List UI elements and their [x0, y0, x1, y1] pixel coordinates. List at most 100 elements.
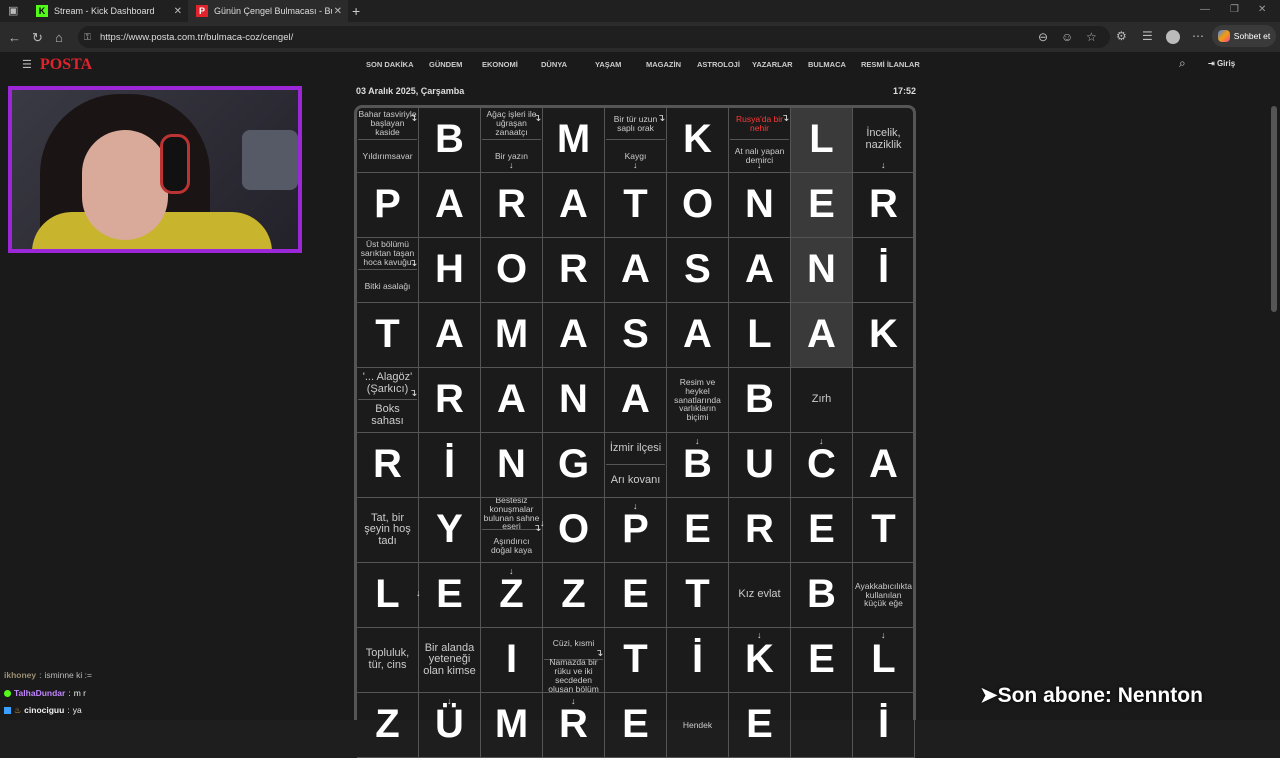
menu-resmi-ilanlar[interactable]: RESMİ İLANLAR: [861, 60, 920, 69]
site-logo[interactable]: POSTA: [40, 56, 92, 74]
search-icon[interactable]: ⌕: [1179, 56, 1186, 71]
letter-cell[interactable]: N: [729, 173, 791, 238]
letter-cell[interactable]: T: [605, 628, 667, 693]
letter-cell[interactable]: B: [419, 108, 481, 173]
letter-cell[interactable]: A: [667, 303, 729, 368]
close-tab-icon[interactable]: ✕: [174, 6, 182, 17]
back-icon[interactable]: ←: [8, 30, 21, 45]
menu-bulmaca[interactable]: BULMACA: [808, 60, 846, 69]
letter-cell[interactable]: N: [481, 433, 543, 498]
letter-cell[interactable]: E: [791, 498, 853, 563]
scrollbar-thumb[interactable]: [1271, 106, 1277, 312]
letter-cell[interactable]: O: [481, 238, 543, 303]
favorite-star-icon[interactable]: ☆: [1086, 30, 1097, 44]
extensions-icon[interactable]: ⚙: [1116, 29, 1127, 43]
home-icon[interactable]: ⌂: [55, 30, 63, 45]
letter-cell[interactable]: A: [853, 433, 915, 498]
tab-actions-icon[interactable]: ▣: [8, 4, 18, 17]
restore-icon[interactable]: ❐: [1230, 4, 1239, 15]
collections-icon[interactable]: ☰: [1142, 29, 1153, 43]
letter-cell[interactable]: L: [729, 303, 791, 368]
letter-cell[interactable]: A: [543, 173, 605, 238]
letter-cell[interactable]: N: [791, 238, 853, 303]
letter-cell[interactable]: H: [419, 238, 481, 303]
new-tab-icon[interactable]: +: [352, 3, 360, 19]
menu-son-dakika[interactable]: SON DAKİKA: [366, 60, 414, 69]
letter-cell[interactable]: Y: [419, 498, 481, 563]
letter-cell[interactable]: A: [729, 238, 791, 303]
menu-ekonomi[interactable]: EKONOMİ: [482, 60, 518, 69]
letter-cell[interactable]: R: [357, 433, 419, 498]
letter-cell[interactable]: L: [791, 108, 853, 173]
letter-cell[interactable]: N: [543, 368, 605, 433]
letter-cell[interactable]: T: [667, 563, 729, 628]
letter-cell[interactable]: E: [667, 498, 729, 563]
letter-cell[interactable]: T: [853, 498, 915, 563]
reader-icon[interactable]: ☺: [1061, 30, 1073, 44]
letter-cell[interactable]: T: [357, 303, 419, 368]
letter-cell[interactable]: O: [667, 173, 729, 238]
zoom-icon[interactable]: ⊖: [1038, 30, 1048, 44]
letter-cell[interactable]: A: [543, 303, 605, 368]
letter-cell[interactable]: İ: [667, 628, 729, 693]
letter-cell[interactable]: A: [419, 173, 481, 238]
letter-cell[interactable]: B: [729, 368, 791, 433]
letter-cell[interactable]: İ: [853, 238, 915, 303]
tab-kick[interactable]: K Stream - Kick Dashboard ✕: [28, 0, 188, 22]
letter-cell[interactable]: G: [543, 433, 605, 498]
letter-cell[interactable]: M: [481, 303, 543, 368]
letter-cell[interactable]: M: [543, 108, 605, 173]
letter-cell[interactable]: İ: [853, 693, 915, 758]
letter-cell[interactable]: E: [791, 173, 853, 238]
menu-yasam[interactable]: YAŞAM: [595, 60, 621, 69]
letter-cell[interactable]: E: [729, 693, 791, 758]
letter-cell[interactable]: K: [667, 108, 729, 173]
reload-icon[interactable]: ↻: [32, 30, 43, 46]
letter-cell[interactable]: R: [853, 173, 915, 238]
letter-cell[interactable]: P: [357, 173, 419, 238]
letter-cell[interactable]: M: [481, 693, 543, 758]
letter-cell[interactable]: R: [419, 368, 481, 433]
menu-magazin[interactable]: MAGAZİN: [646, 60, 681, 69]
letter-cell[interactable]: A: [605, 238, 667, 303]
letter-cell[interactable]: T: [605, 173, 667, 238]
letter-cell[interactable]: K: [853, 303, 915, 368]
letter-cell[interactable]: E: [791, 628, 853, 693]
close-window-icon[interactable]: ✕: [1258, 4, 1266, 15]
letter-cell[interactable]: L: [357, 563, 419, 628]
letter-cell[interactable]: Z: [357, 693, 419, 758]
address-bar[interactable]: ⚿ https://www.posta.com.tr/bulmaca-coz/c…: [78, 26, 1110, 48]
letter-cell[interactable]: A: [605, 368, 667, 433]
letter-cell[interactable]: A: [419, 303, 481, 368]
letter-cell[interactable]: A: [481, 368, 543, 433]
close-tab-icon[interactable]: ✕: [334, 6, 342, 17]
letter-cell[interactable]: R: [481, 173, 543, 238]
letter-cell[interactable]: İ: [419, 433, 481, 498]
letter-cell[interactable]: S: [605, 303, 667, 368]
site-info-icon[interactable]: ⚿: [84, 32, 91, 43]
letter-cell[interactable]: O: [543, 498, 605, 563]
letter-cell[interactable]: R: [543, 238, 605, 303]
minimize-icon[interactable]: —: [1200, 4, 1210, 15]
menu-gundem[interactable]: GÜNDEM: [429, 60, 462, 69]
more-menu-icon[interactable]: ⋯: [1192, 29, 1204, 43]
tab-posta[interactable]: P Günün Çengel Bulmacası - Bugün ✕: [188, 0, 348, 22]
menu-yazarlar[interactable]: YAZARLAR: [752, 60, 793, 69]
letter-cell[interactable]: A: [791, 303, 853, 368]
letter-cell[interactable]: Z: [543, 563, 605, 628]
letter-cell[interactable]: B: [791, 563, 853, 628]
letter-cell[interactable]: E: [605, 693, 667, 758]
letter-cell[interactable]: E: [419, 563, 481, 628]
scrollbar[interactable]: [1270, 52, 1278, 720]
letter-cell[interactable]: S: [667, 238, 729, 303]
menu-astroloji[interactable]: ASTROLOJİ: [697, 60, 740, 69]
letter-cell[interactable]: E: [605, 563, 667, 628]
login-link[interactable]: ⇥ Giriş: [1208, 59, 1235, 68]
copilot-chat-button[interactable]: Sohbet et: [1212, 25, 1276, 47]
profile-avatar[interactable]: [1166, 30, 1180, 44]
menu-dunya[interactable]: DÜNYA: [541, 60, 567, 69]
hamburger-menu-icon[interactable]: ☰: [22, 58, 32, 71]
letter-cell[interactable]: I: [481, 628, 543, 693]
letter-cell[interactable]: R: [729, 498, 791, 563]
letter-cell[interactable]: U: [729, 433, 791, 498]
